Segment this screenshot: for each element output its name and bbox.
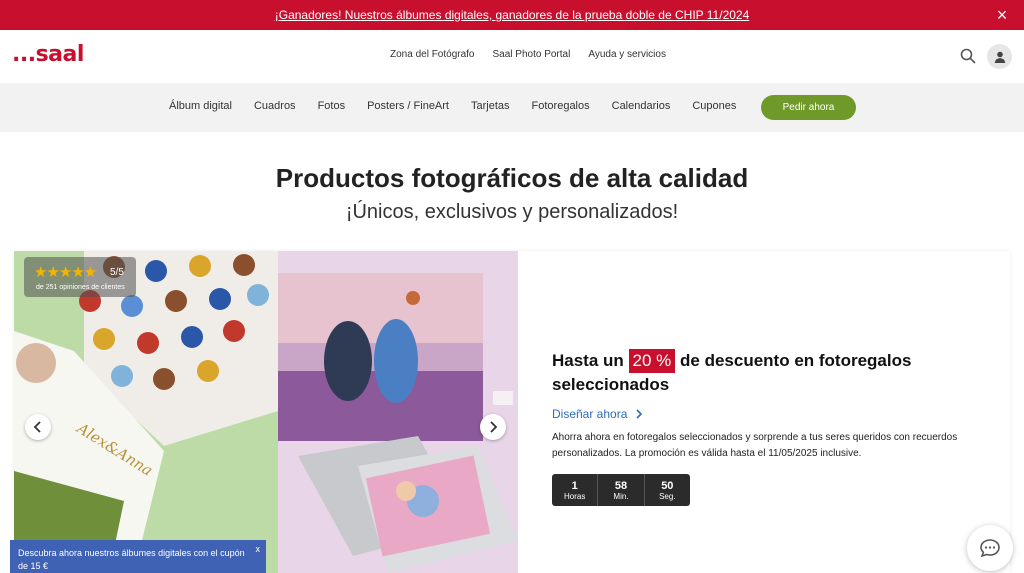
top-links: Zona del Fotógrafo Saal Photo Portal Ayu…: [390, 49, 666, 60]
chat-icon: [980, 539, 1000, 558]
carousel-prev-button[interactable]: [25, 414, 51, 440]
rating-reviews: de 251 opiniones de clientes: [36, 284, 125, 291]
puzzle-tin-image: [278, 251, 518, 573]
order-now-button[interactable]: Pedir ahora: [761, 95, 856, 120]
countdown-seconds-label: Seg.: [659, 491, 676, 501]
countdown-timer: 1 Horas 58 Min. 50 Seg.: [552, 474, 690, 506]
countdown-seconds: 50 Seg.: [645, 474, 690, 506]
coupon-popup-text: Descubra ahora nuestros álbumes digitale…: [18, 548, 245, 571]
nav-item-photo-gifts[interactable]: Fotoregalos: [532, 100, 590, 112]
promo-bar: ¡Ganadores! Nuestros álbumes digitales, …: [0, 0, 1024, 30]
saal-logo[interactable]: ...saal: [12, 42, 84, 67]
offer-title: Hasta un 20 % de descuento en fotoregalo…: [552, 349, 992, 397]
coupon-popup[interactable]: Descubra ahora nuestros álbumes digitale…: [10, 540, 266, 573]
nav-item-digital-album[interactable]: Álbum digital: [169, 100, 232, 112]
top-link-photographer-zone[interactable]: Zona del Fotógrafo: [390, 49, 475, 60]
chat-button[interactable]: [967, 525, 1013, 571]
site-header: ...saal Zona del Fotógrafo Saal Photo Po…: [0, 30, 1024, 83]
nav-item-frames[interactable]: Cuadros: [254, 100, 296, 112]
discount-badge: 20 %: [628, 349, 676, 373]
top-link-photo-portal[interactable]: Saal Photo Portal: [493, 49, 571, 60]
chevron-left-icon: [33, 421, 41, 433]
nav-item-posters[interactable]: Posters / FineArt: [367, 100, 449, 112]
star-rating-icon: ★★★★★: [34, 264, 97, 281]
design-now-link[interactable]: Diseñar ahora: [552, 407, 643, 421]
countdown-minutes: 58 Min.: [598, 474, 645, 506]
user-icon[interactable]: [987, 44, 1012, 69]
page-title: Productos fotográficos de alta calidad: [275, 163, 749, 193]
search-icon[interactable]: [958, 46, 978, 66]
rating-score: 5/5: [110, 267, 124, 278]
category-list: Álbum digital Cuadros Fotos Posters / Fi…: [169, 100, 736, 112]
countdown-minutes-label: Min.: [613, 491, 629, 501]
carousel-next-button[interactable]: [480, 414, 506, 440]
top-link-help[interactable]: Ayuda y servicios: [588, 49, 666, 60]
nav-item-calendars[interactable]: Calendarios: [612, 100, 671, 112]
design-now-label: Diseñar ahora: [552, 407, 628, 421]
close-icon[interactable]: x: [256, 543, 261, 556]
chevron-right-icon: [636, 409, 642, 419]
close-icon[interactable]: ×: [992, 5, 1012, 25]
offer-description: Ahorra ahora en fotoregalos seleccionado…: [552, 432, 958, 459]
countdown-seconds-value: 50: [661, 479, 674, 492]
offer-title-pre: Hasta un: [552, 351, 624, 370]
countdown-hours-label: Horas: [563, 491, 586, 501]
category-nav: Álbum digital Cuadros Fotos Posters / Fi…: [0, 83, 1024, 132]
page-subtitle: ¡Únicos, exclusivos y personalizados!: [345, 201, 679, 223]
countdown-minutes-value: 58: [614, 479, 628, 492]
nav-item-coupons[interactable]: Cupones: [692, 100, 736, 112]
chocolates-album-image: Alex&Anna ★★★★★ 5/5 de 251 opiniones de …: [14, 251, 278, 573]
countdown-hours: 1 Horas: [552, 474, 599, 506]
countdown-hours-value: 1: [571, 479, 578, 492]
nav-item-photos[interactable]: Fotos: [318, 100, 346, 112]
chevron-right-icon: [490, 421, 498, 433]
nav-item-cards[interactable]: Tarjetas: [471, 100, 510, 112]
promo-banner: Alex&Anna ★★★★★ 5/5 de 251 opiniones de …: [14, 251, 1010, 573]
rating-box: ★★★★★ 5/5 de 251 opiniones de clientes: [24, 257, 136, 297]
promo-link[interactable]: ¡Ganadores! Nuestros álbumes digitales, …: [275, 8, 750, 22]
